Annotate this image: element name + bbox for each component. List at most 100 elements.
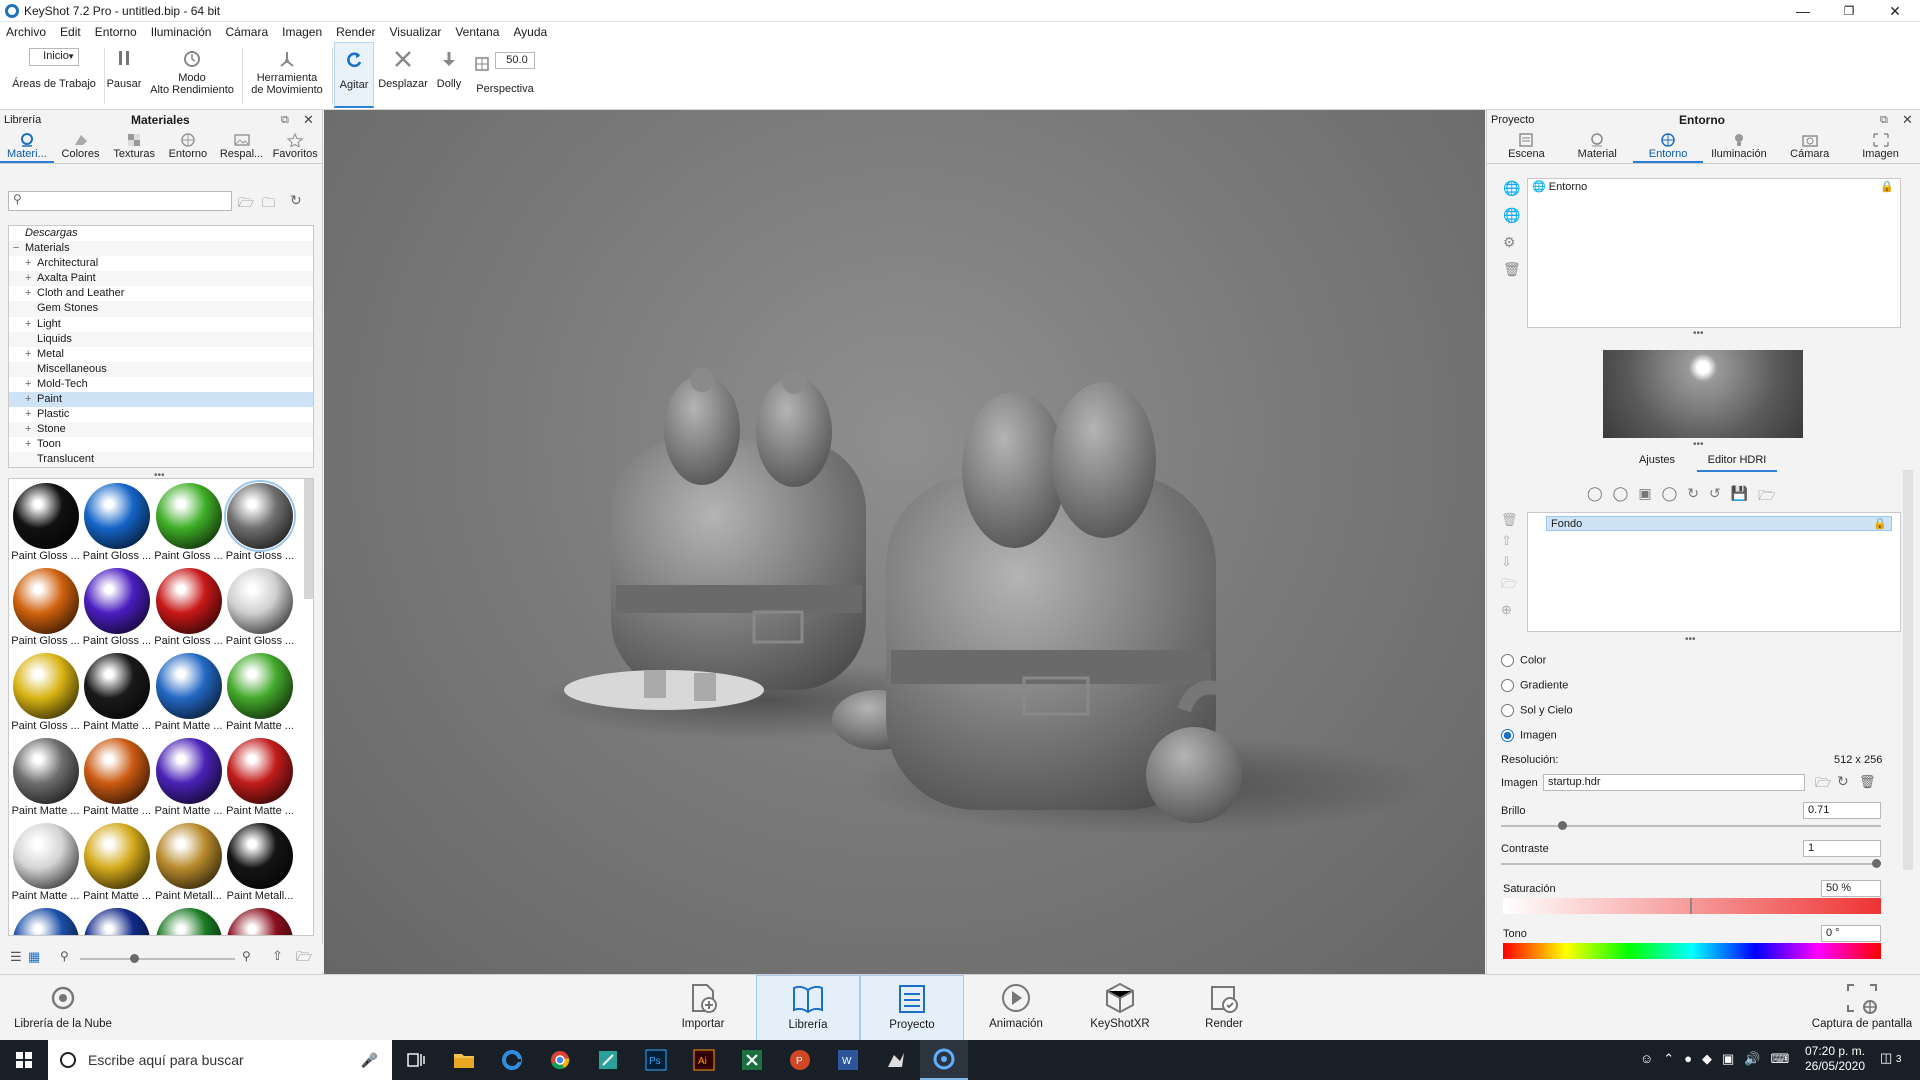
menu-ventana[interactable]: Ventana xyxy=(455,25,499,39)
contrast-slider[interactable] xyxy=(1501,863,1881,865)
duplicate-environment-icon[interactable]: 🌐 xyxy=(1503,207,1521,224)
menu-iluminacion[interactable]: Iluminación xyxy=(151,25,212,39)
reload-icon[interactable]: ↻ xyxy=(1837,773,1849,790)
menu-imagen[interactable]: Imagen xyxy=(282,25,322,39)
move-down-icon[interactable]: ⇩ xyxy=(1501,554,1518,570)
tab-texturas[interactable]: Texturas xyxy=(107,130,161,163)
workspace-select[interactable]: Inicio ▼ xyxy=(29,48,79,66)
restore-button[interactable]: ❐ xyxy=(1826,0,1872,22)
screenshot-button[interactable]: Captura de pantalla xyxy=(1806,975,1918,1041)
tree-item[interactable]: + Toon xyxy=(9,437,313,452)
start-button[interactable] xyxy=(0,1040,48,1080)
undock-icon[interactable]: ⧉ xyxy=(1880,110,1888,130)
tab-imagen[interactable]: Imagen xyxy=(1845,130,1916,163)
remove-folder-icon[interactable]: 🗀 xyxy=(262,194,275,216)
expand-icon[interactable]: + xyxy=(25,317,37,332)
add-image-icon[interactable]: ▣ xyxy=(1638,485,1651,509)
microphone-icon[interactable]: 🎤 xyxy=(361,1052,378,1069)
network-icon[interactable]: ▣ xyxy=(1722,1051,1734,1067)
rotate-icon[interactable]: ↻ xyxy=(1687,485,1699,509)
expand-icon[interactable]: + xyxy=(25,271,37,286)
render-button[interactable]: Render xyxy=(1172,975,1276,1041)
open-folder-icon[interactable]: 🗁 xyxy=(1501,575,1518,597)
radio-imagen[interactable]: Imagen xyxy=(1501,729,1573,742)
open-folder-icon[interactable]: 🗁 xyxy=(1815,774,1831,796)
move-up-icon[interactable]: ⇧ xyxy=(1501,533,1518,549)
splitter-handle[interactable]: ••• xyxy=(1693,328,1704,339)
tree-item[interactable]: + Paint xyxy=(9,392,313,408)
pan-button[interactable]: Desplazar xyxy=(376,42,430,108)
tree-item[interactable]: + Metal xyxy=(9,347,313,362)
lock-icon[interactable]: 🔒 xyxy=(1873,517,1887,532)
tab-escena[interactable]: Escena xyxy=(1491,130,1562,163)
thumbnail-size-slider[interactable] xyxy=(80,958,235,960)
saturation-marker[interactable] xyxy=(1690,898,1692,914)
contrast-input[interactable]: 1 xyxy=(1803,840,1881,857)
motion-tool-button[interactable]: Herramienta de Movimiento xyxy=(244,42,330,108)
material-swatch[interactable]: Paint Matte ... xyxy=(82,821,153,905)
brightness-input[interactable]: 0.71 xyxy=(1803,802,1881,819)
excel-button[interactable] xyxy=(728,1040,776,1080)
add-sun-icon[interactable]: ◯ xyxy=(1662,485,1678,509)
undock-icon[interactable]: ⧉ xyxy=(281,110,289,130)
tree-item[interactable]: Liquids xyxy=(9,331,313,347)
tree-item[interactable]: + Axalta Paint xyxy=(9,271,313,287)
material-swatch[interactable]: Paint Gloss ... xyxy=(224,480,296,565)
expand-icon[interactable]: + xyxy=(25,407,37,422)
expand-icon[interactable]: + xyxy=(25,392,37,407)
hdri-preview[interactable] xyxy=(1603,350,1803,438)
upload-icon[interactable]: ⇧ xyxy=(272,948,283,964)
close-window-button[interactable]: ✕ xyxy=(1872,0,1918,22)
volume-icon[interactable]: 🔊 xyxy=(1744,1051,1760,1067)
material-swatch[interactable]: Paint Matte ... xyxy=(153,736,224,820)
swatch-scrollbar[interactable] xyxy=(304,479,313,599)
environment-settings-icon[interactable]: ⚙ xyxy=(1503,234,1521,251)
material-swatch[interactable] xyxy=(153,906,224,935)
tumble-button[interactable]: Agitar xyxy=(334,42,374,108)
edge-button[interactable] xyxy=(488,1040,536,1080)
app-button[interactable] xyxy=(584,1040,632,1080)
tab-iluminacion[interactable]: Iluminación xyxy=(1703,130,1774,163)
material-swatch[interactable]: Paint Metall... xyxy=(225,821,296,905)
animation-button[interactable]: Animación xyxy=(964,975,1068,1041)
radio-gradiente[interactable]: Gradiente xyxy=(1501,679,1573,692)
tree-item[interactable]: + Stone xyxy=(9,422,313,438)
saturation-input[interactable]: 50 % xyxy=(1821,880,1881,897)
tab-favoritos[interactable]: Favoritos xyxy=(268,130,322,163)
lock-icon[interactable]: 🔒 xyxy=(1880,179,1894,195)
tab-camara[interactable]: Cámara xyxy=(1774,130,1845,163)
word-button[interactable]: W xyxy=(824,1040,872,1080)
hue-input[interactable]: 0 ° xyxy=(1821,925,1881,942)
brightness-knob[interactable] xyxy=(1558,821,1567,830)
people-icon[interactable]: ☺ xyxy=(1640,1051,1653,1067)
import-folder-icon[interactable]: 🗁 xyxy=(296,948,312,970)
material-swatch[interactable]: Paint Gloss ... xyxy=(82,566,153,650)
image-file-input[interactable]: startup.hdr xyxy=(1543,774,1805,791)
tree-item[interactable]: Gem Stones xyxy=(9,301,313,317)
material-swatch[interactable] xyxy=(10,906,81,935)
render-viewport[interactable] xyxy=(324,110,1485,974)
close-panel-icon[interactable]: ✕ xyxy=(303,110,314,130)
dolly-button[interactable]: Dolly xyxy=(432,42,466,108)
keyshotxr-button[interactable]: KeyShotXR xyxy=(1068,975,1172,1041)
tree-item[interactable]: + Plastic xyxy=(9,407,313,422)
splitter-handle[interactable]: ••• xyxy=(1685,634,1696,645)
tree-item[interactable]: − Materials xyxy=(9,241,313,257)
tree-item[interactable]: Miscellaneous xyxy=(9,361,313,377)
menu-ayuda[interactable]: Ayuda xyxy=(513,25,547,39)
expand-icon[interactable]: + xyxy=(25,347,37,362)
material-swatch[interactable]: Paint Gloss ... xyxy=(153,566,224,650)
thumbnail-size-knob[interactable] xyxy=(130,954,139,963)
radio-color[interactable]: Color xyxy=(1501,654,1573,667)
environment-list-item[interactable]: 🌐 Entorno 🔒 xyxy=(1528,179,1900,195)
reset-icon[interactable]: ↺ xyxy=(1709,485,1721,509)
rhino-button[interactable] xyxy=(872,1040,920,1080)
tree-item[interactable]: + Mold-Tech xyxy=(9,377,313,392)
project-button[interactable]: Proyecto xyxy=(860,975,964,1041)
expand-icon[interactable]: + xyxy=(25,256,37,271)
delete-icon[interactable]: 🗑 xyxy=(1859,774,1876,790)
grid-view-icon[interactable]: ▦ xyxy=(28,949,40,965)
action-center-button[interactable]: ◫ 3 xyxy=(1880,1050,1901,1066)
material-swatch[interactable]: Paint Matte ... xyxy=(153,651,224,735)
menu-render[interactable]: Render xyxy=(336,25,375,39)
